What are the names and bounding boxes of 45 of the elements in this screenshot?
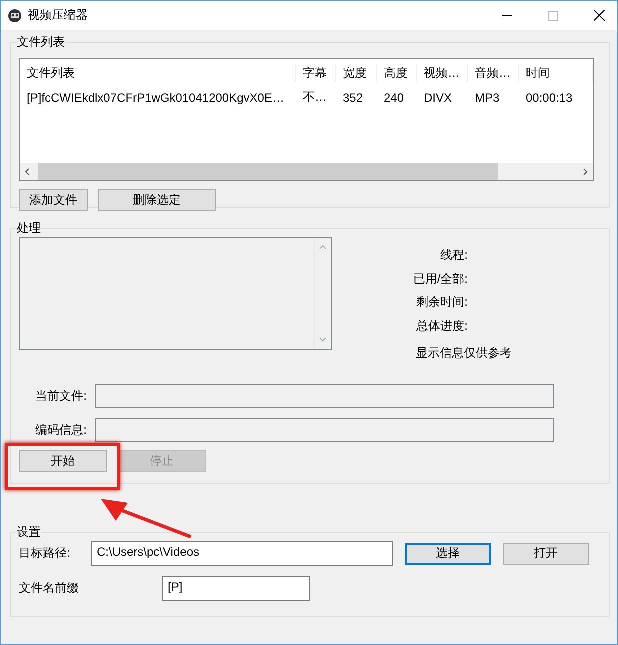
action-button[interactable]: 选择 (405, 542, 491, 564)
prefix-field[interactable]: [P] (162, 576, 310, 601)
scroll-left-icon[interactable] (24, 168, 32, 176)
scroll-right-icon[interactable] (581, 168, 589, 176)
note-text: 显示信息仅供参考 (416, 345, 512, 362)
table-cell-text: DIVX (423, 90, 454, 104)
input-field[interactable] (95, 418, 554, 442)
field-label: 当前文件: (34, 388, 88, 404)
log-area[interactable] (19, 237, 332, 350)
stat-label: 剩余时间: (416, 294, 468, 311)
stat-label: 线程: (440, 247, 468, 264)
field-label: 文件名前缀 (19, 580, 80, 597)
column-header[interactable]: 时间 (519, 64, 593, 82)
window-title: 视频压缩器 (28, 7, 88, 24)
table-cell-text: 352 (342, 90, 364, 104)
input-field[interactable] (95, 384, 554, 408)
action-button[interactable]: 删除选定 (98, 189, 216, 211)
column-header[interactable]: 音频… (468, 64, 519, 82)
close-icon[interactable] (594, 10, 605, 21)
scroll-up-icon[interactable] (319, 244, 327, 252)
app-icon (8, 8, 22, 22)
table-cell-text: 不… (302, 89, 328, 106)
column-header[interactable]: 字幕 (296, 64, 336, 82)
column-header[interactable]: 高度 (377, 64, 417, 82)
scroll-down-icon[interactable] (319, 335, 327, 343)
table-cell-text: 00:00:13 (525, 90, 574, 104)
column-header[interactable]: 文件列表 (20, 64, 296, 82)
column-header[interactable]: 视频… (417, 64, 468, 82)
action-button[interactable]: 添加文件 (19, 189, 88, 211)
field-label: 编码信息: (34, 422, 88, 438)
group-title: 设置 (17, 524, 41, 541)
table-cell-text: [P]fcCWIEkdlx07CFrP1wGk01041200KgvX0E… (26, 90, 286, 104)
maximize-icon[interactable] (548, 10, 558, 20)
action-button[interactable]: 开始 (19, 450, 107, 472)
stat-label: 已用/全部: (413, 270, 468, 288)
column-header[interactable]: 宽度 (336, 64, 377, 82)
horizontal-scrollbar[interactable] (20, 163, 593, 180)
group-title: 文件列表 (17, 34, 65, 51)
stat-label: 总体进度: (416, 318, 468, 334)
table-cell-text: MP3 (474, 90, 501, 104)
table-cell-text: 240 (383, 90, 406, 104)
field-label: 目标路径: (19, 545, 72, 562)
path-field[interactable]: C:\Users\pc\Videos (91, 541, 393, 566)
group-title: 处理 (17, 220, 41, 237)
action-button[interactable]: 打开 (503, 542, 589, 564)
